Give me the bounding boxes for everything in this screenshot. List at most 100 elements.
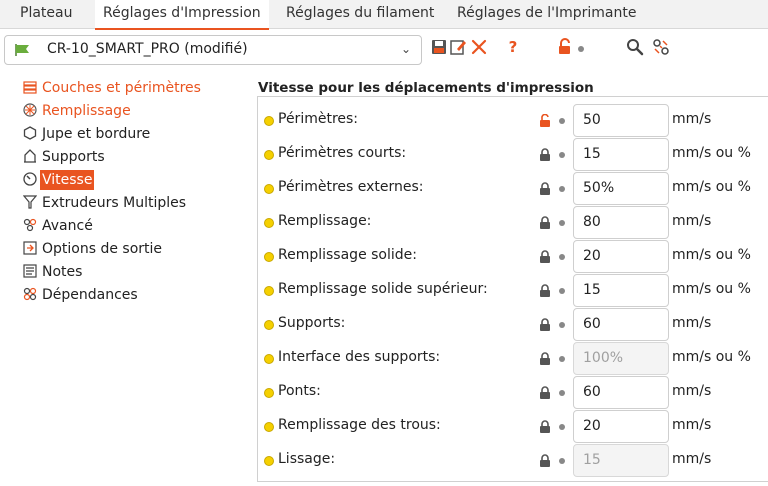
flag-icon xyxy=(15,44,29,56)
infill-icon xyxy=(23,103,37,117)
setting-row-infill: Remplissage: 80 mm/s xyxy=(264,206,764,240)
compare-icon[interactable] xyxy=(652,38,670,56)
setting-value-input: 15 xyxy=(573,444,669,477)
lock-icon[interactable] xyxy=(538,386,552,400)
setting-row-top-solid-infill: Remplissage solide supérieur: 15 mm/s ou % xyxy=(264,274,764,308)
system-value-bullet-icon[interactable] xyxy=(559,152,565,158)
system-value-bullet-icon[interactable] xyxy=(559,356,565,362)
setting-mode-simple-icon xyxy=(264,388,274,398)
unlock-icon[interactable] xyxy=(556,38,574,56)
lock-icon[interactable] xyxy=(538,250,552,264)
system-value-bullet-icon[interactable] xyxy=(559,424,565,430)
setting-value-input[interactable]: 50% xyxy=(573,172,669,205)
system-value-bullet-icon[interactable] xyxy=(559,322,565,328)
setting-unit: mm/s xyxy=(672,383,712,399)
setting-label: Remplissage solide: xyxy=(278,247,417,263)
preset-name: CR-10_SMART_PRO (modifié) xyxy=(47,41,248,57)
setting-label: Remplissage: xyxy=(278,213,372,229)
system-value-bullet-icon[interactable] xyxy=(559,254,565,260)
setting-row-external-perimeters: Périmètres externes: 50% mm/s ou % xyxy=(264,172,764,206)
lock-icon[interactable] xyxy=(538,318,552,332)
lock-icon[interactable] xyxy=(538,148,552,162)
setting-unit: mm/s ou % xyxy=(672,349,751,365)
setting-unit: mm/s ou % xyxy=(672,179,751,195)
setting-unit: mm/s xyxy=(672,451,712,467)
advanced-icon xyxy=(23,218,37,232)
setting-label: Supports: xyxy=(278,315,346,331)
lock-icon[interactable] xyxy=(538,216,552,230)
sidebar-item-label: Options de sortie xyxy=(42,241,163,257)
lock-icon[interactable] xyxy=(538,352,552,366)
setting-value-input[interactable]: 50 xyxy=(573,104,669,137)
lock-icon[interactable] xyxy=(538,454,552,468)
setting-label: Périmètres externes: xyxy=(278,179,424,195)
setting-unit: mm/s xyxy=(672,315,712,331)
output-icon xyxy=(23,241,37,255)
setting-value-input: 100% xyxy=(573,342,669,375)
save-icon[interactable] xyxy=(430,38,448,56)
sidebar-item-label: Jupe et bordure xyxy=(42,126,151,142)
delete-icon[interactable] xyxy=(470,38,488,56)
lock-icon[interactable] xyxy=(538,420,552,434)
setting-row-perimeters: Périmètres: 50 mm/s xyxy=(264,104,764,138)
system-value-bullet-icon[interactable] xyxy=(559,458,565,464)
skirt-icon xyxy=(23,126,37,140)
sidebar-item-label: Couches et périmètres xyxy=(42,80,201,96)
preset-selector[interactable]: CR-10_SMART_PRO (modifié) ⌄ xyxy=(4,35,422,65)
funnel-icon xyxy=(23,195,37,209)
setting-mode-simple-icon xyxy=(264,218,274,228)
tab-printer-settings[interactable]: Réglages de l'Imprimante xyxy=(449,0,645,28)
setting-mode-simple-icon xyxy=(264,354,274,364)
setting-value-input[interactable]: 60 xyxy=(573,376,669,409)
setting-unit: mm/s ou % xyxy=(672,247,751,263)
setting-label: Périmètres: xyxy=(278,111,359,127)
system-value-bullet-icon[interactable] xyxy=(559,390,565,396)
lock-icon[interactable] xyxy=(538,284,552,298)
setting-value-input[interactable]: 80 xyxy=(573,206,669,239)
speed-icon xyxy=(23,172,37,186)
tab-filament-settings[interactable]: Réglages du filament xyxy=(278,0,442,28)
setting-row-small-perimeters: Périmètres courts: 15 mm/s ou % xyxy=(264,138,764,172)
unlock-icon[interactable] xyxy=(538,114,552,128)
support-icon xyxy=(24,149,36,163)
setting-row-support-interface: Interface des supports: 100% mm/s ou % xyxy=(264,342,764,376)
setting-label: Lissage: xyxy=(278,451,336,467)
lock-icon[interactable] xyxy=(538,182,552,196)
setting-row-solid-infill: Remplissage solide: 20 mm/s ou % xyxy=(264,240,764,274)
setting-unit: mm/s xyxy=(672,111,712,127)
setting-label: Remplissage des trous: xyxy=(278,417,441,433)
tab-print-settings[interactable]: Réglages d'Impression xyxy=(95,0,269,30)
setting-row-support-material: Supports: 60 mm/s xyxy=(264,308,764,342)
tab-plateau[interactable]: Plateau xyxy=(12,0,80,28)
sidebar-item-label: Avancé xyxy=(42,218,93,234)
setting-value-input[interactable]: 15 xyxy=(573,138,669,171)
system-value-bullet-icon xyxy=(578,46,584,52)
setting-unit: mm/s xyxy=(672,213,712,229)
sidebar-item-label: Dépendances xyxy=(42,287,138,303)
setting-value-input[interactable]: 60 xyxy=(573,308,669,341)
search-icon[interactable] xyxy=(626,38,644,56)
sidebar-item-label: Extrudeurs Multiples xyxy=(42,195,187,211)
setting-value-input[interactable]: 20 xyxy=(573,240,669,273)
rename-icon[interactable] xyxy=(449,38,467,56)
setting-value-input[interactable]: 20 xyxy=(573,410,669,443)
system-value-bullet-icon[interactable] xyxy=(559,186,565,192)
setting-value-input[interactable]: 15 xyxy=(573,274,669,307)
setting-mode-simple-icon xyxy=(264,116,274,126)
preset-toolbar: CR-10_SMART_PRO (modifié) ⌄ ? xyxy=(0,30,768,70)
tab-bar: Plateau Réglages d'Impression Réglages d… xyxy=(0,0,768,30)
setting-row-gap-fill: Remplissage des trous: 20 mm/s xyxy=(264,410,764,444)
sidebar-item-label: Notes xyxy=(42,264,83,280)
system-value-bullet-icon[interactable] xyxy=(559,220,565,226)
system-value-bullet-icon[interactable] xyxy=(559,118,565,124)
notes-icon xyxy=(23,264,37,278)
setting-unit: mm/s ou % xyxy=(672,281,751,297)
help-icon[interactable]: ? xyxy=(504,38,522,56)
setting-row-ironing: Lissage: 15 mm/s xyxy=(264,444,764,478)
setting-row-bridges: Ponts: 60 mm/s xyxy=(264,376,764,410)
system-value-bullet-icon[interactable] xyxy=(559,288,565,294)
settings-sidebar: Couches et périmètres Remplissage Jupe e… xyxy=(0,72,250,486)
setting-mode-simple-icon xyxy=(264,456,274,466)
setting-mode-simple-icon xyxy=(264,252,274,262)
chevron-down-icon: ⌄ xyxy=(400,42,411,56)
